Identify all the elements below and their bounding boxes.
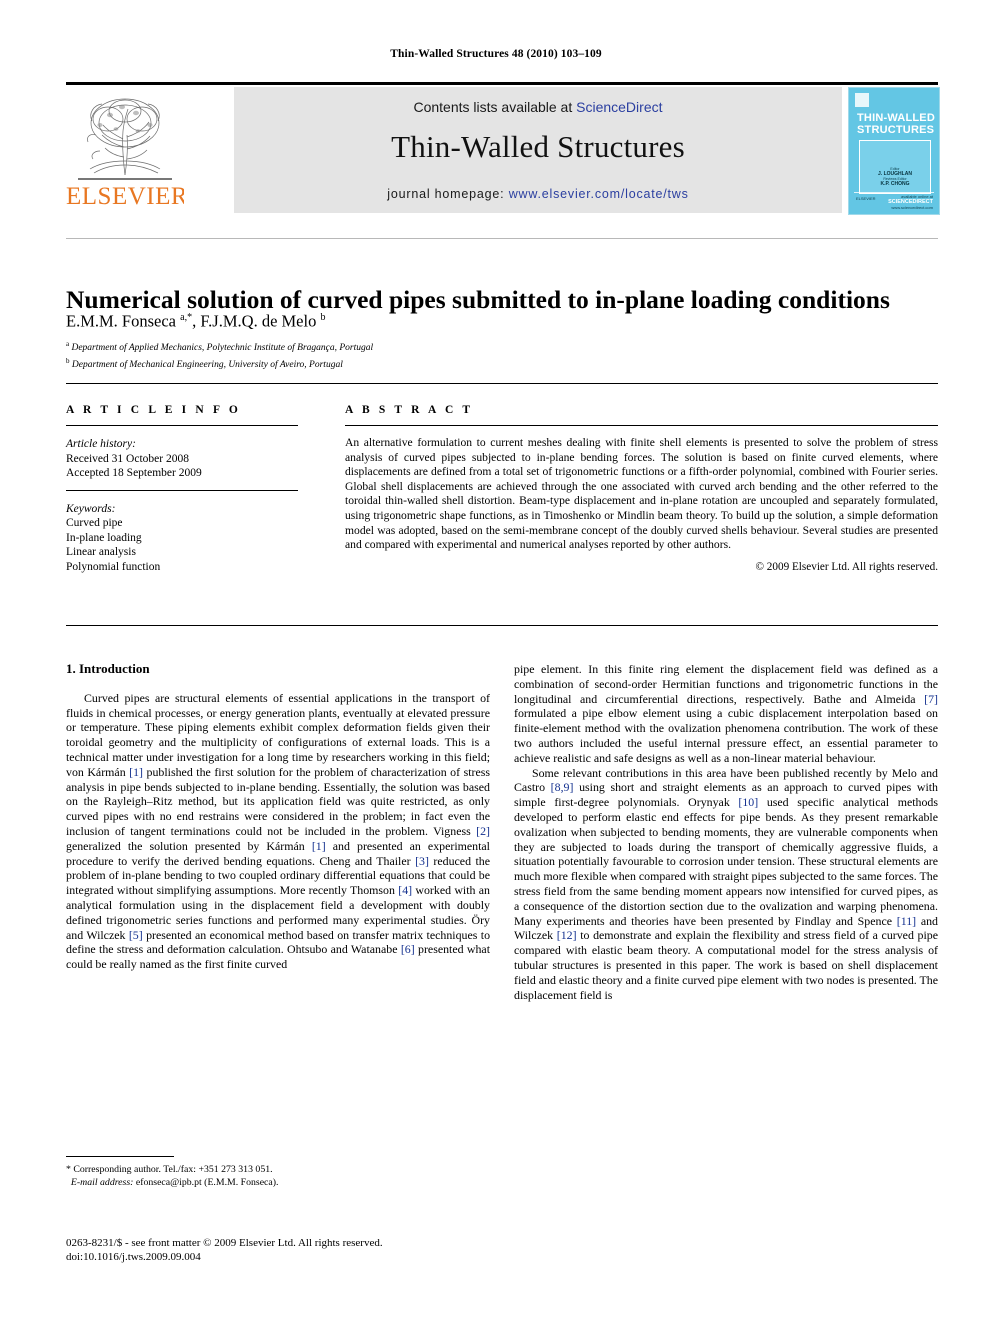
citation-link[interactable]: [5] [129, 928, 143, 942]
cover-title: THIN-WALLED STRUCTURES [857, 112, 935, 136]
affiliation-a-text: Department of Applied Mechanics, Polytec… [71, 343, 374, 354]
title-divider [66, 238, 938, 239]
journal-homepage-line: journal homepage: www.elsevier.com/locat… [234, 187, 842, 201]
doi-line: doi:10.1016/j.tws.2009.09.004 [66, 1251, 201, 1263]
citation-link[interactable]: [3] [415, 854, 429, 868]
elsevier-logo: ELSEVIER [66, 87, 184, 213]
article-info-rule-1 [66, 425, 298, 426]
citation-link[interactable]: [12] [557, 928, 577, 942]
author-list: E.M.M. Fonseca a,*, F.J.M.Q. de Melo b [66, 311, 326, 331]
keyword-item: Curved pipe [66, 517, 123, 529]
keywords-block: Keywords: Curved pipe In-plane loading L… [66, 502, 298, 575]
footnote-block: * Corresponding author. Tel./fax: +351 2… [66, 1163, 490, 1189]
cover-editor-block: Editor J. LOUGHLAN Reviews Editor K.P. C… [860, 167, 930, 187]
article-accepted: Accepted 18 September 2009 [66, 467, 202, 479]
elsevier-tree-icon [78, 98, 172, 180]
cover-assoc-name: K.P. CHONG [880, 181, 910, 187]
citation-link[interactable]: [10] [738, 795, 758, 809]
abstract-copyright: © 2009 Elsevier Ltd. All rights reserved… [755, 560, 939, 573]
citation-link[interactable]: [4] [398, 883, 412, 897]
cover-inner-frame: Editor J. LOUGHLAN Reviews Editor K.P. C… [859, 140, 931, 194]
affiliation-b: b Department of Mechanical Engineering, … [66, 357, 343, 371]
article-info-rule-2 [66, 489, 298, 491]
paragraph: Curved pipes are structural elements of … [66, 690, 491, 972]
issn-copyright-line: 0263-8231/$ - see front matter © 2009 El… [66, 1237, 383, 1249]
keyword-item: In-plane loading [66, 531, 142, 544]
paragraph: Some relevant contributions in this area… [514, 765, 939, 1002]
cover-footer-rule [854, 192, 934, 193]
journal-title: Thin-Walled Structures [391, 129, 685, 164]
citation-link[interactable]: [1] [312, 839, 326, 853]
citation-link[interactable]: [8,9] [551, 780, 574, 794]
corresponding-author-note: * Corresponding author. Tel./fax: +351 2… [66, 1164, 273, 1175]
running-head: Thin-Walled Structures 48 (2010) 103–109 [390, 48, 602, 60]
cover-footer-sd-url: www.sciencedirect.com [891, 205, 933, 210]
page-footer: 0263-8231/$ - see front matter © 2009 El… [66, 1236, 626, 1264]
contents-available-line: Contents lists available at ScienceDirec… [234, 99, 842, 115]
body-column-right: pipe element. In this finite ring elemen… [514, 662, 938, 1002]
cover-publisher-badge-icon [855, 93, 869, 107]
journal-masthead: ELSEVIER Contents lists available at Sci… [66, 82, 940, 215]
cover-title-line1: THIN-WALLED [857, 112, 935, 124]
abstract-text: An alternative formulation to current me… [345, 436, 938, 552]
elsevier-wordmark: ELSEVIER [66, 183, 184, 210]
masthead-top-rule [66, 82, 938, 85]
info-bottom-rule [66, 625, 938, 626]
section-heading-introduction: 1. Introduction [66, 661, 150, 676]
paragraph: pipe element. In this finite ring elemen… [514, 662, 938, 765]
abstract-heading: A B S T R A C T [345, 404, 474, 416]
info-top-rule [66, 383, 938, 384]
article-info-heading: A R T I C L E I N F O [66, 404, 241, 416]
email-note: E-mail address: efonseca@ipb.pt (E.M.M. … [66, 1176, 490, 1189]
journal-cover-thumbnail: THIN-WALLED STRUCTURES Editor J. LOUGHLA… [848, 87, 940, 215]
article-history: Article history: Received 31 October 200… [66, 437, 298, 481]
contents-prefix: Contents lists available at [413, 99, 577, 115]
sciencedirect-link[interactable]: ScienceDirect [576, 99, 662, 115]
citation-link[interactable]: [11] [897, 914, 916, 928]
abstract-block: A B S T R A C T An alternative formulati… [345, 404, 938, 573]
article-history-label: Article history: [66, 438, 136, 450]
keyword-item: Linear analysis [66, 546, 136, 558]
citation-link[interactable]: [1] [129, 765, 143, 779]
cover-title-line2: STRUCTURES [857, 124, 935, 136]
journal-homepage-link[interactable]: www.elsevier.com/locate/tws [509, 187, 689, 201]
keyword-item: Polynomial function [66, 560, 161, 573]
cover-footer-sciencedirect: available online at SCIENCEDIRECT www.sc… [888, 194, 933, 210]
article-info-block: A R T I C L E I N F O Article history: R… [66, 404, 298, 574]
keywords-label: Keywords: [66, 502, 116, 515]
affiliation-b-text: Department of Mechanical Engineering, Un… [71, 360, 343, 371]
citation-link[interactable]: [7] [924, 692, 938, 706]
affiliation-a: a Department of Applied Mechanics, Polyt… [66, 340, 374, 354]
abstract-rule [345, 425, 938, 426]
email-address[interactable]: efonseca@ipb.pt (E.M.M. Fonseca). [136, 1177, 279, 1188]
homepage-prefix: journal homepage: [387, 187, 509, 201]
email-label: E-mail address: [70, 1177, 134, 1188]
journal-band: Contents lists available at ScienceDirec… [234, 87, 842, 213]
affiliations: a Department of Applied Mechanics, Polyt… [66, 338, 938, 372]
paper-page: Thin-Walled Structures 48 (2010) 103–109 [0, 0, 992, 1323]
cover-footer-publisher: ELSEVIER [856, 196, 876, 201]
article-received: Received 31 October 2008 [66, 452, 189, 465]
citation-link[interactable]: [6] [401, 942, 415, 956]
footnote-rule [66, 1156, 174, 1157]
body-column-left: 1. Introduction Curved pipes are structu… [66, 661, 491, 972]
citation-link[interactable]: [2] [476, 824, 490, 838]
